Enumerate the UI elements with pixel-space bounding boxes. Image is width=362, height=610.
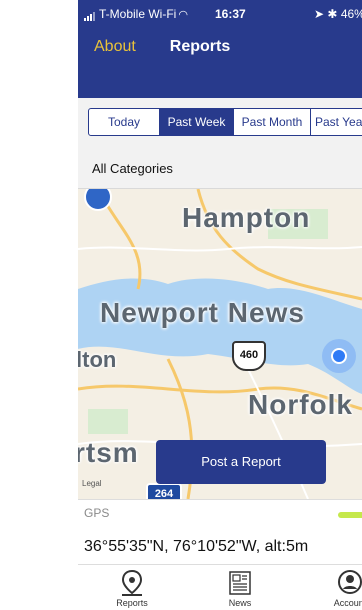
page-title: Reports [78, 38, 362, 56]
newspaper-icon [229, 571, 251, 595]
current-location-icon [322, 339, 356, 373]
location-arrow-icon: ➤ [314, 7, 325, 21]
segment-past-year[interactable]: Past Year [311, 109, 362, 135]
gps-panel: GPS 36°55'35"N, 76°10'52"W, alt:5m [78, 499, 362, 565]
page-margin [0, 0, 78, 610]
segment-past-month[interactable]: Past Month [234, 109, 311, 135]
map-pin-icon [121, 569, 143, 596]
map-label-partial-left: lton [78, 347, 117, 372]
map-label-hampton: Hampton [182, 202, 311, 233]
signal-icon [84, 7, 96, 21]
wifi-icon: ◠ [178, 9, 188, 21]
page-title-text: Reports [169, 38, 231, 55]
tab-account[interactable]: Account [310, 565, 362, 610]
tab-reports-label: Reports [116, 598, 148, 608]
map-label-newport-news: Newport News [100, 297, 305, 328]
gps-accuracy-indicator [338, 512, 362, 518]
route-shield-icon: 460 [232, 341, 266, 371]
tab-account-label: Account [333, 598, 362, 608]
bluetooth-icon: ✱ [327, 7, 338, 21]
gps-coordinates: 36°55'35"N, 76°10'52"W, alt:5m [84, 538, 309, 555]
carrier-label: T-Mobile Wi-Fi [99, 7, 177, 21]
interstate-shield-icon: 264 [146, 483, 182, 499]
tab-news-label: News [228, 598, 252, 608]
status-left: T-Mobile Wi-Fi ◠ [84, 7, 188, 21]
category-filter[interactable]: All Categories [78, 148, 362, 189]
segment-past-week[interactable]: Past Week [160, 109, 234, 135]
map-view[interactable]: Hampton Newport News lton Norfolk rtsm 4… [78, 189, 362, 499]
header: T-Mobile Wi-Fi◠ 16:37 ➤ ✱ 46% About Repo… [78, 0, 362, 98]
segment-today[interactable]: Today [89, 109, 160, 135]
time-range-segments: Today Past Week Past Month Past Year [88, 108, 362, 136]
status-right: ➤ ✱ 46% [314, 7, 362, 21]
tab-reports[interactable]: Reports [92, 565, 172, 610]
tab-news[interactable]: News [200, 565, 280, 610]
status-time: 16:37 [215, 7, 246, 21]
post-report-button[interactable]: Post a Report [156, 440, 326, 484]
app-screen: T-Mobile Wi-Fi◠ 16:37 ➤ ✱ 46% About Repo… [78, 0, 362, 610]
tab-bar: Reports News Account [78, 564, 362, 610]
map-label-norfolk: Norfolk [248, 389, 353, 420]
map-legal-link[interactable]: Legal [82, 479, 102, 488]
account-icon [338, 570, 362, 594]
status-bar: T-Mobile Wi-Fi◠ 16:37 ➤ ✱ 46% [78, 0, 362, 24]
gps-label: GPS [84, 506, 110, 520]
map-label-portsmouth: rtsm [78, 437, 139, 468]
category-filter-label: All Categories [92, 161, 173, 176]
battery-label: 46% [340, 7, 362, 21]
